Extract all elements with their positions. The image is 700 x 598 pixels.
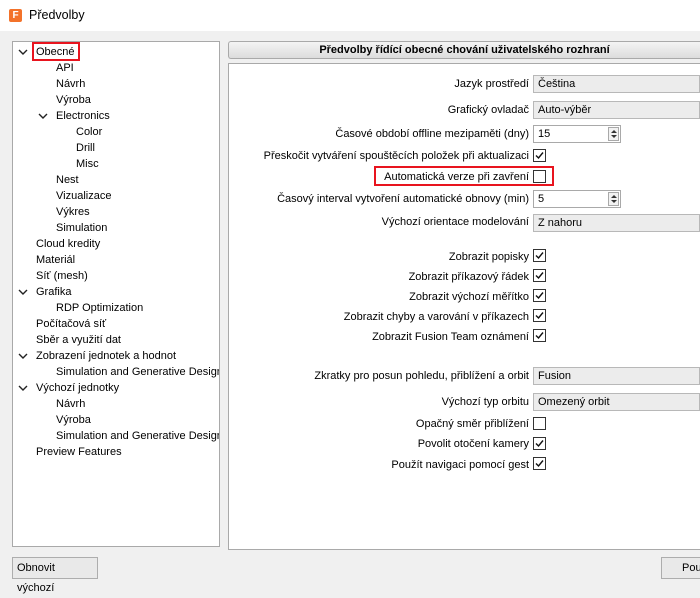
tree-item-data-collection[interactable]: Sběr a využití dat (36, 333, 121, 347)
tree-item-nest[interactable]: Nest (56, 173, 79, 187)
reverse-zoom-checkbox[interactable] (533, 417, 546, 430)
tree-item-color[interactable]: Color (76, 125, 102, 139)
show-command-line-label: Zobrazit příkazový řádek (408, 271, 529, 283)
offline-cache-value: 15 (538, 128, 551, 140)
pan-zoom-orbit-label: Zkratky pro posun pohledu, přiblížení a … (314, 370, 529, 382)
skip-launch-items-label: Přeskočit vytváření spouštěcích položek … (263, 150, 529, 162)
show-scale-label: Zobrazit výchozí měřítko (409, 291, 529, 303)
skip-launch-items-checkbox[interactable] (533, 149, 546, 162)
show-command-line-checkbox[interactable] (533, 269, 546, 282)
tree-item-network[interactable]: Počítačová síť (36, 317, 106, 331)
tree-item-simulation[interactable]: Simulation (56, 221, 107, 235)
tree-item-default-units[interactable]: Výchozí jednotky (36, 381, 119, 395)
preferences-tree[interactable]: Obecné API Návrh Výroba Electronics Colo… (12, 41, 220, 547)
chevron-down-icon[interactable] (18, 351, 28, 361)
gesture-nav-label: Použít navigaci pomocí gest (391, 459, 529, 471)
offline-cache-label: Časové období offline mezipaměti (dny) (335, 128, 529, 140)
show-errors-checkbox[interactable] (533, 309, 546, 322)
tree-item-cloud-credits[interactable]: Cloud kredity (36, 237, 100, 251)
show-scale-checkbox[interactable] (533, 289, 546, 302)
graphics-driver-label: Grafický ovladač (447, 104, 529, 116)
tree-item-drill[interactable]: Drill (76, 141, 95, 155)
tree-item-manufacture[interactable]: Výroba (56, 93, 91, 107)
tree-item-design[interactable]: Návrh (56, 77, 85, 91)
show-team-notices-checkbox[interactable] (533, 329, 546, 342)
auto-version-checkbox[interactable] (533, 170, 546, 183)
tree-item-material[interactable]: Materiál (36, 253, 75, 267)
selection-highlight (32, 42, 80, 61)
restore-defaults-button[interactable]: Obnovit výchozí (12, 557, 98, 594)
tree-item-units-manufacture[interactable]: Výroba (56, 413, 91, 427)
tree-item-rdp-optimization[interactable]: RDP Optimization (56, 301, 143, 315)
window-title: Předvolby (29, 8, 85, 22)
show-tooltips-label: Zobrazit popisky (448, 251, 529, 263)
show-tooltips-checkbox[interactable] (533, 249, 546, 262)
tree-item-units-sim-gen-design[interactable]: Simulation and Generative Design (56, 429, 219, 443)
show-team-notices-label: Zobrazit Fusion Team oznámení (372, 331, 529, 343)
title-bar: F Předvolby (0, 0, 700, 31)
offline-cache-input[interactable]: 15 (533, 125, 621, 143)
camera-pivot-label: Povolit otočení kamery (417, 438, 529, 450)
section-header: Předvolby řídící obecné chování uživatel… (228, 41, 700, 59)
tree-item-visualization[interactable]: Vizualizace (56, 189, 111, 203)
model-orientation-dropdown[interactable]: Z nahoru (533, 214, 700, 232)
graphics-driver-dropdown[interactable]: Auto-výběr (533, 101, 700, 119)
chevron-down-icon[interactable] (38, 111, 48, 121)
show-errors-label: Zobrazit chyby a varování v příkazech (343, 311, 529, 323)
model-orientation-label: Výchozí orientace modelování (381, 216, 529, 228)
autosave-interval-input[interactable]: 5 (533, 190, 621, 208)
autosave-interval-label: Časový interval vytvoření automatické ob… (277, 193, 529, 205)
gesture-nav-checkbox[interactable] (533, 457, 546, 470)
language-label: Jazyk prostředí (454, 78, 529, 90)
chevron-down-icon[interactable] (18, 287, 28, 297)
apply-button[interactable]: Pou (661, 557, 700, 579)
auto-version-label: Automatická verze při zavření (384, 171, 529, 183)
tree-item-graphics[interactable]: Grafika (36, 285, 71, 299)
spinner-arrows-icon[interactable] (608, 192, 619, 206)
fusion-app-icon: F (9, 9, 22, 22)
camera-pivot-checkbox[interactable] (533, 437, 546, 450)
tree-item-units-design[interactable]: Návrh (56, 397, 85, 411)
tree-item-preview-features[interactable]: Preview Features (36, 445, 122, 459)
tree-item-drawing[interactable]: Výkres (56, 205, 90, 219)
orbit-type-dropdown[interactable]: Omezený orbit (533, 393, 700, 411)
tree-item-sim-gen-design[interactable]: Simulation and Generative Design (56, 365, 219, 379)
chevron-down-icon[interactable] (18, 383, 28, 393)
chevron-down-icon[interactable] (18, 47, 28, 57)
tree-item-misc[interactable]: Misc (76, 157, 99, 171)
tree-item-electronics[interactable]: Electronics (56, 109, 110, 123)
pan-zoom-orbit-dropdown[interactable]: Fusion (533, 367, 700, 385)
autosave-interval-value: 5 (538, 193, 545, 205)
orbit-type-label: Výchozí typ orbitu (441, 396, 529, 408)
tree-item-mesh[interactable]: Síť (mesh) (36, 269, 88, 283)
language-dropdown[interactable]: Čeština (533, 75, 700, 93)
spinner-arrows-icon[interactable] (608, 127, 619, 141)
tree-item-api[interactable]: API (56, 61, 74, 75)
tree-item-units-display[interactable]: Zobrazení jednotek a hodnot (36, 349, 176, 363)
reverse-zoom-label: Opačný směr přiblížení (415, 418, 529, 430)
